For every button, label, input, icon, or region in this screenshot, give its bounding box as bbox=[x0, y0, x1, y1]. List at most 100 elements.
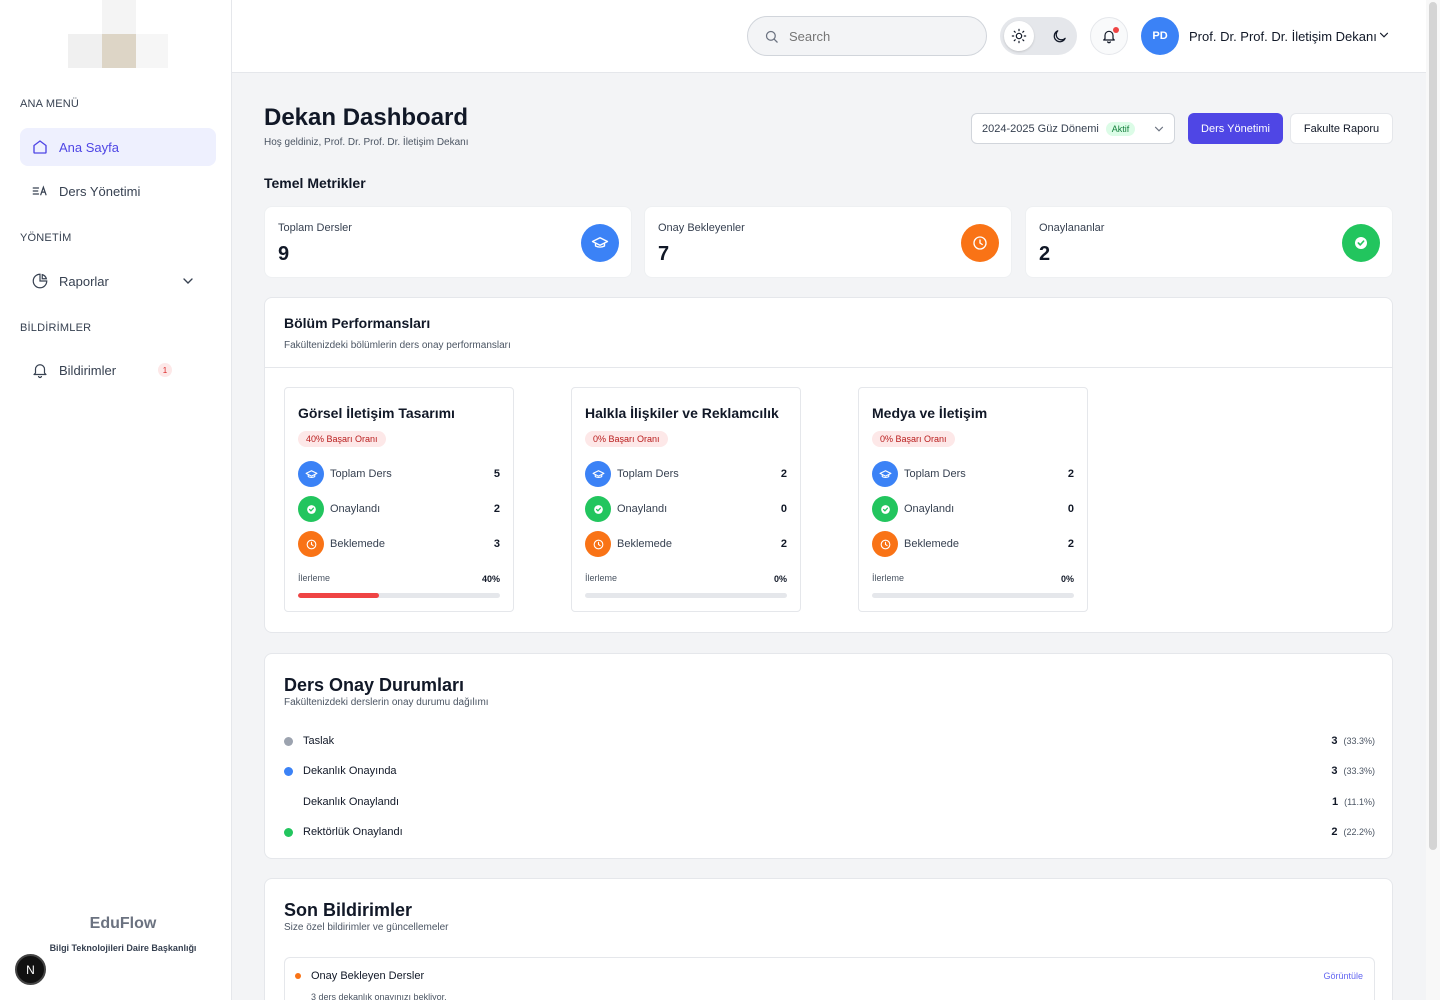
progress-label: İlerleme bbox=[298, 573, 331, 583]
department-card: Görsel İletişim Tasarımı 40% Başarı Oranı… bbox=[284, 387, 514, 612]
stat-value: 0 bbox=[1067, 503, 1074, 515]
notification-title: Onay Bekleyen Dersler bbox=[311, 970, 425, 982]
sidebar-item-notifications[interactable]: Bildirimler 1 bbox=[20, 351, 216, 389]
notification-item: Onay Bekleyen Dersler Görüntüle 3 ders d… bbox=[284, 957, 1375, 1000]
stat-value: 2 bbox=[1067, 468, 1074, 480]
status-row: Taslak 3 (33.3%) bbox=[284, 732, 1375, 750]
graduation-cap-icon bbox=[581, 224, 619, 262]
avatar[interactable]: PD bbox=[1141, 17, 1179, 55]
metrics-title: Temel Metrikler bbox=[264, 175, 366, 191]
metric-label: Onaylananlar bbox=[1039, 222, 1105, 234]
bell-icon bbox=[33, 364, 47, 379]
status-dot bbox=[284, 766, 293, 776]
approval-status-card: Ders Onay Durumları Fakültenizdeki dersl… bbox=[264, 653, 1393, 859]
course-management-button[interactable]: Ders Yönetimi bbox=[1188, 113, 1283, 144]
metric-value: 9 bbox=[278, 243, 290, 265]
clock-icon bbox=[585, 531, 611, 557]
theme-toggle[interactable] bbox=[1000, 17, 1077, 55]
department-performance-card: Bölüm Performansları Fakültenizdeki bölü… bbox=[264, 297, 1393, 633]
stat-value: 2 bbox=[1067, 538, 1074, 550]
search-box[interactable] bbox=[747, 16, 987, 56]
term-select-value: 2024-2025 Güz Dönemi bbox=[982, 122, 1099, 135]
active-badge: Aktif bbox=[1105, 121, 1136, 136]
department-stat-row: Toplam Ders 2 bbox=[872, 461, 1074, 487]
home-icon bbox=[33, 140, 47, 154]
chevron-down-icon[interactable] bbox=[180, 273, 196, 289]
stat-label: Beklemede bbox=[904, 538, 960, 550]
notification-dot bbox=[295, 973, 301, 979]
clock-icon bbox=[298, 531, 324, 557]
page-title: Dekan Dashboard bbox=[264, 104, 469, 131]
nav-section-main-menu: ANA MENÜ bbox=[20, 98, 80, 110]
faculty-report-button[interactable]: Fakulte Raporu bbox=[1290, 113, 1393, 144]
department-name: Medya ve İletişim bbox=[872, 405, 988, 421]
metric-value: 7 bbox=[658, 243, 670, 265]
check-circle-icon bbox=[585, 496, 611, 522]
stat-label: Toplam Ders bbox=[330, 468, 392, 480]
search-input[interactable] bbox=[789, 28, 969, 44]
term-select[interactable]: 2024-2025 Güz Dönemi Aktif bbox=[971, 113, 1175, 144]
sun-icon bbox=[1011, 28, 1027, 44]
divider bbox=[265, 367, 1392, 368]
user-name[interactable]: Prof. Dr. Prof. Dr. İletişim Dekanı bbox=[1189, 29, 1377, 44]
card-title: Son Bildirimler bbox=[284, 900, 413, 920]
dark-mode-button[interactable] bbox=[1044, 21, 1074, 51]
status-row: Dekanlık Onayında 3 (33.3%) bbox=[284, 762, 1375, 780]
status-label: Dekanlık Onayında bbox=[303, 765, 397, 777]
nav-section-notifications: BİLDİRİMLER bbox=[20, 322, 92, 334]
scrollbar-thumb[interactable] bbox=[1429, 2, 1437, 850]
card-subtitle: Size özel bildirimler ve güncellemeler bbox=[284, 922, 449, 933]
stat-label: Toplam Ders bbox=[904, 468, 966, 480]
status-count: 3 bbox=[1331, 765, 1338, 777]
success-rate-badge: 0% Başarı Oranı bbox=[585, 431, 668, 447]
light-mode-button[interactable] bbox=[1004, 21, 1034, 51]
stat-value: 0 bbox=[780, 503, 787, 515]
sidebar-item-course-management[interactable]: Ders Yönetimi bbox=[20, 172, 216, 210]
card-subtitle: Fakültenizdeki derslerin onay durumu dağ… bbox=[284, 697, 489, 708]
department-stat-row: Beklemede 2 bbox=[872, 531, 1074, 557]
success-rate-badge: 0% Başarı Oranı bbox=[872, 431, 955, 447]
progress-bar bbox=[872, 593, 1074, 598]
chevron-down-icon[interactable] bbox=[1377, 28, 1391, 42]
status-dot bbox=[284, 736, 293, 746]
notifications-button[interactable] bbox=[1090, 17, 1128, 55]
graduation-cap-icon bbox=[585, 461, 611, 487]
stat-value: 2 bbox=[780, 468, 787, 480]
graduation-cap-icon bbox=[298, 461, 324, 487]
text-list-icon bbox=[32, 185, 47, 196]
dev-tools-button[interactable]: N bbox=[15, 954, 46, 985]
brand-name: EduFlow bbox=[89, 915, 157, 932]
stat-label: Onaylandı bbox=[330, 503, 381, 515]
status-count: 1 bbox=[1332, 796, 1339, 808]
card-title: Ders Onay Durumları bbox=[284, 675, 465, 695]
stat-value: 2 bbox=[493, 503, 500, 515]
status-percent: (33.3%) bbox=[1343, 736, 1375, 746]
sidebar-item-home[interactable]: Ana Sayfa bbox=[20, 128, 216, 166]
page-scrollbar[interactable] bbox=[1426, 0, 1440, 1000]
department-name: Görsel İletişim Tasarımı bbox=[298, 405, 455, 421]
sidebar-item-reports[interactable]: Raporlar bbox=[20, 262, 216, 300]
department-name: Halkla İlişkiler ve Reklamcılık bbox=[585, 405, 779, 421]
status-row: Dekanlık Onaylandı 1 (11.1%) bbox=[284, 793, 1375, 811]
stat-label: Beklemede bbox=[330, 538, 386, 550]
check-circle-icon bbox=[872, 496, 898, 522]
check-circle-icon bbox=[1342, 224, 1380, 262]
status-count: 3 bbox=[1331, 735, 1338, 747]
notification-description: 3 ders dekanlık onayınızı bekliyor. bbox=[311, 992, 447, 1000]
logo[interactable] bbox=[68, 0, 168, 68]
view-link[interactable]: Görüntüle bbox=[1323, 971, 1363, 981]
department-card: Medya ve İletişim 0% Başarı Oranı Toplam D… bbox=[858, 387, 1088, 612]
pie-chart-icon bbox=[32, 273, 48, 289]
status-dot bbox=[284, 797, 293, 807]
progress-label: İlerleme bbox=[585, 573, 618, 583]
moon-icon bbox=[1053, 29, 1066, 42]
status-percent: (22.2%) bbox=[1343, 827, 1375, 837]
progress-value: 40% bbox=[481, 574, 500, 584]
department-stat-row: Toplam Ders 2 bbox=[585, 461, 787, 487]
department-stat-row: Beklemede 2 bbox=[585, 531, 787, 557]
recent-notifications-card: Son Bildirimler Size özel bildirimler ve… bbox=[264, 878, 1393, 1000]
department-stat-row: Toplam Ders 5 bbox=[298, 461, 500, 487]
card-subtitle: Fakültenizdeki bölümlerin ders onay perf… bbox=[284, 340, 511, 351]
progress-bar bbox=[298, 593, 500, 598]
status-count: 2 bbox=[1331, 826, 1338, 838]
